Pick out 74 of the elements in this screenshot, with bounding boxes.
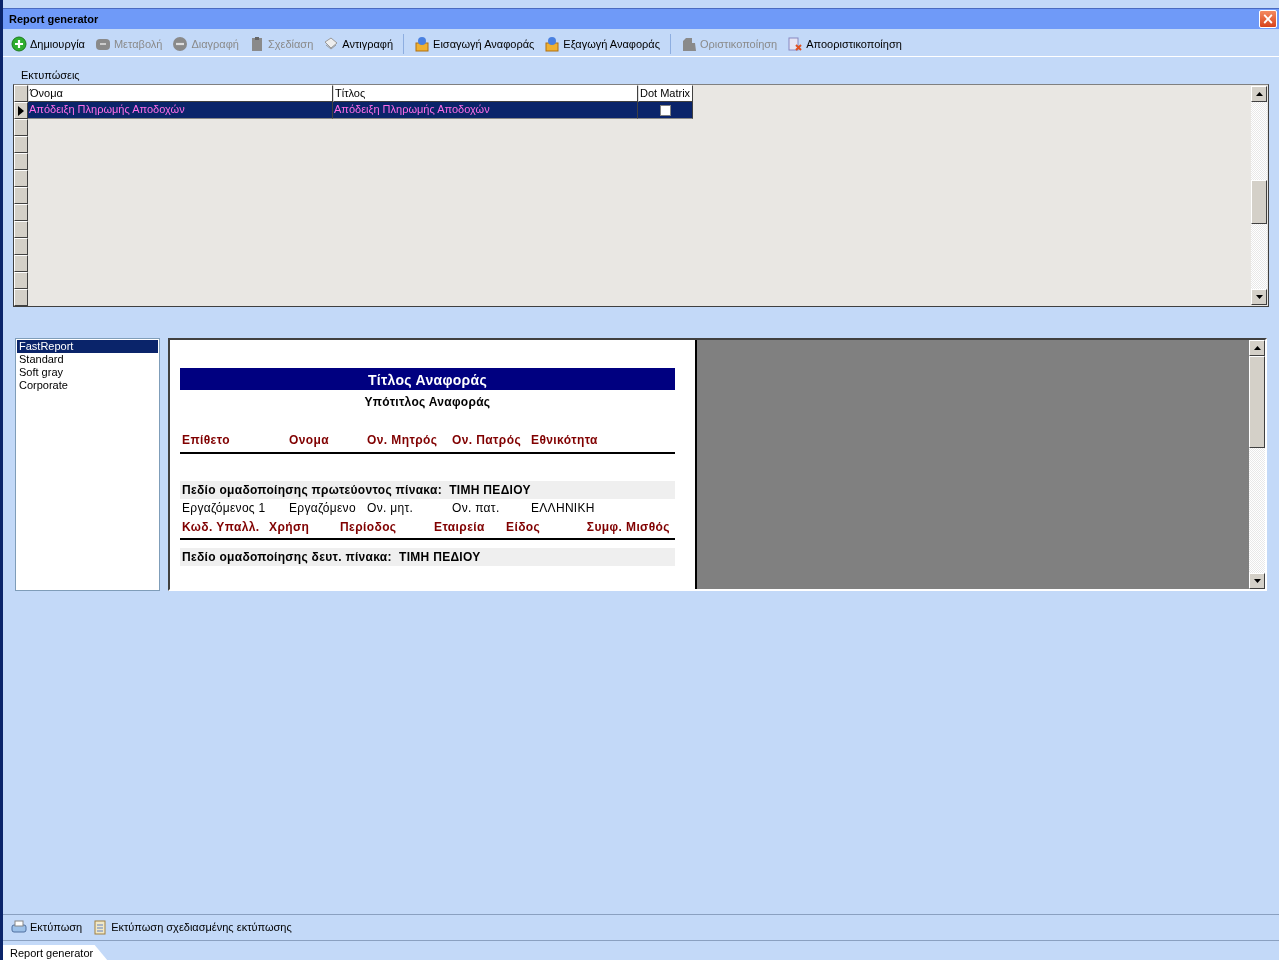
row-pointer-icon [18, 105, 24, 116]
clipboard-icon [92, 919, 109, 935]
toolbar-button[interactable]: Εξαγωγή Αναφοράς [540, 34, 664, 54]
scrollbar-thumb[interactable] [1249, 356, 1265, 448]
list-item[interactable]: FastReport [17, 340, 158, 353]
toolbar-button[interactable]: Δημιουργία [7, 34, 89, 54]
group-header: Πεδίο ομαδοποίησης πρωτεύοντος πίνακα: ΤΙΜΗ ΠΕΔΙΟΥ [180, 481, 675, 499]
toolbar-button[interactable]: Αποοριστικοποίηση [783, 34, 906, 54]
toolbar-button[interactable]: Εισαγωγή Αναφοράς [410, 34, 539, 54]
row-header[interactable] [14, 136, 28, 153]
toolbar-button[interactable]: Αντιγραφή [319, 34, 398, 54]
column-label: Ον. Μητρός [367, 433, 439, 447]
column-label: Ον. Πατρός [452, 433, 523, 447]
column-header[interactable]: Dot Matrix [638, 85, 693, 102]
row-header[interactable] [14, 102, 28, 119]
row-header[interactable] [14, 85, 28, 102]
section-label: Εκτυπώσεις [20, 68, 80, 83]
plus-icon [11, 36, 27, 52]
row-header[interactable] [14, 238, 28, 255]
column-label: Συμφ. Μισθός [585, 520, 671, 534]
field-value: Εργαζόμενος 1 [182, 501, 267, 515]
down-arrow-icon [1253, 579, 1261, 583]
scroll-up-button[interactable] [1251, 86, 1267, 102]
column-label: Εθνικότητα [531, 433, 598, 447]
column-label: Εταιρεία [434, 520, 486, 534]
scrollbar-thumb[interactable] [1251, 180, 1267, 224]
document-x-icon [787, 36, 804, 52]
toolbar-button[interactable]: Εκτύπωση σχεδιασμένης εκτύπωσης [88, 917, 296, 937]
row-header[interactable] [14, 204, 28, 221]
column-label: Ονομα [289, 433, 331, 447]
row-header[interactable] [14, 187, 28, 204]
minus-icon [172, 36, 189, 52]
table-cell: Απόδειξη Πληρωμής Αποδοχών [333, 102, 638, 119]
report-title: Τίτλος Αναφοράς [180, 368, 675, 390]
column-header[interactable]: Όνομα [28, 85, 333, 102]
down-arrow-icon [1255, 295, 1263, 299]
table-cell: Απόδειξη Πληρωμής Αποδοχών [28, 102, 333, 119]
scroll-up-button[interactable] [1249, 340, 1265, 356]
scrollbar[interactable] [1251, 86, 1267, 305]
checkbox[interactable] [659, 104, 671, 116]
printer-icon [11, 919, 27, 935]
list-item[interactable]: Soft gray [17, 366, 158, 379]
report-subtitle: Υπότιτλος Αναφοράς [363, 395, 492, 409]
row-header[interactable] [14, 153, 28, 170]
up-arrow-icon [1255, 92, 1263, 96]
field-value: Ον. μητ. [367, 501, 415, 515]
box-icon [544, 36, 561, 52]
row-header[interactable] [14, 255, 28, 272]
box-icon [414, 36, 431, 52]
scroll-down-button[interactable] [1251, 289, 1267, 305]
list-item[interactable]: Standard [17, 353, 158, 366]
column-label: Περίοδος [340, 520, 398, 534]
column-label: Κωδ. Υπαλλ. [182, 520, 261, 534]
row-header[interactable] [14, 119, 28, 136]
scrollbar[interactable] [1249, 340, 1265, 589]
column-header[interactable]: Τίτλος [333, 85, 638, 102]
row-header[interactable] [14, 272, 28, 289]
field-value: Ον. πατ. [452, 501, 501, 515]
window-title: Report generator [9, 13, 99, 25]
up-arrow-icon [1253, 346, 1261, 350]
row-header[interactable] [14, 170, 28, 187]
toolbar-button[interactable]: Εκτύπωση [7, 917, 87, 937]
scroll-down-button[interactable] [1249, 573, 1265, 589]
list-item[interactable]: Corporate [17, 379, 158, 392]
tab[interactable]: Report generator [3, 945, 108, 960]
column-label: Χρήση [269, 520, 311, 534]
row-header[interactable] [14, 221, 28, 238]
field-value: Εργαζόμενο [289, 501, 357, 515]
row-header[interactable] [14, 289, 28, 306]
group-header: Πεδίο ομαδοποίησης δευτ. πίνακα: ΤΙΜΗ ΠΕΔΙΟΥ [180, 548, 675, 566]
column-label: Είδος [506, 520, 542, 534]
column-label: Επίθετο [182, 433, 231, 447]
field-value: ΕΛΛΗΝΙΚΗ [531, 501, 595, 515]
table-row[interactable]: Απόδειξη Πληρωμής Αποδοχών Απόδειξη Πληρωμής Αποδοχών [14, 102, 693, 119]
